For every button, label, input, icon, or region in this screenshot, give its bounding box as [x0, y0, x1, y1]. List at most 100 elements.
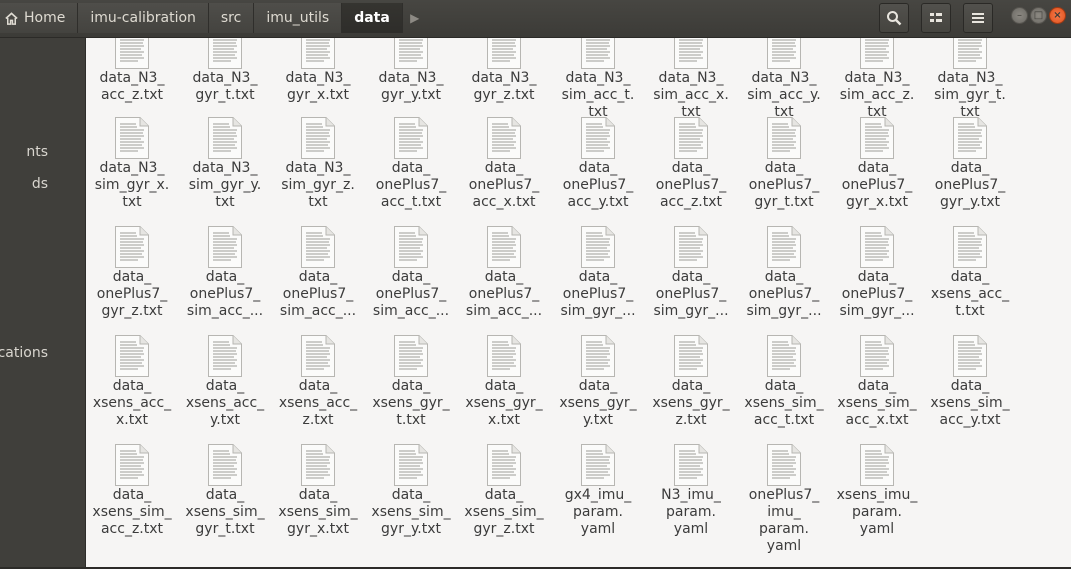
view-toggle-button[interactable]	[921, 3, 951, 33]
file-item[interactable]: data_N3_ gyr_x.txt	[275, 38, 361, 104]
file-item[interactable]: data_ xsens_sim_ gyr_x.txt	[275, 443, 361, 538]
file-item[interactable]: data_N3_ sim_gyr_t. txt	[927, 38, 1013, 121]
file-name: data_N3_ sim_acc_t. txt	[561, 70, 635, 120]
search-icon	[887, 11, 902, 26]
file-name: data_N3_ gyr_x.txt	[285, 70, 351, 103]
sidebar-item-applications[interactable]: cations	[0, 345, 48, 361]
search-button[interactable]	[879, 3, 909, 33]
text-file-icon	[115, 444, 149, 486]
sidebar-item-label: cations	[0, 345, 48, 361]
file-item[interactable]: data_ xsens_gyr_ z.txt	[648, 334, 734, 429]
close-icon: ×	[1053, 9, 1062, 21]
file-item[interactable]: xsens_imu_ param. yaml	[834, 443, 920, 538]
file-item[interactable]: data_ xsens_gyr_ x.txt	[461, 334, 547, 429]
file-item[interactable]: data_ onePlus7_ sim_acc_...	[461, 225, 547, 320]
file-item[interactable]: data_N3_ gyr_t.txt	[182, 38, 268, 104]
text-file-icon	[301, 335, 335, 377]
sidebar-item-label: ds	[31, 176, 48, 192]
file-item[interactable]: data_ xsens_sim_ acc_t.txt	[741, 334, 827, 429]
breadcrumb-forward-arrow[interactable]: ▶	[403, 3, 427, 33]
file-item[interactable]: data_N3_ gyr_y.txt	[368, 38, 454, 104]
text-file-icon	[953, 335, 987, 377]
file-item[interactable]: data_ onePlus7_ gyr_z.txt	[89, 225, 175, 320]
file-item[interactable]: data_ onePlus7_ sim_acc_...	[368, 225, 454, 320]
file-name: data_N3_ sim_gyr_z. txt	[281, 160, 355, 210]
breadcrumb-src[interactable]: src	[208, 3, 255, 33]
file-name: data_ onePlus7_ acc_z.txt	[655, 160, 727, 210]
file-item[interactable]: data_ onePlus7_ acc_z.txt	[648, 116, 734, 211]
text-file-icon	[953, 38, 987, 69]
hamburger-menu-icon	[972, 13, 984, 23]
file-grid: data_N3_ acc_z.txt data_N3_ gyr_t.txt data…	[86, 38, 1071, 569]
file-item[interactable]: data_N3_ acc_z.txt	[89, 38, 175, 104]
sidebar-item-documents[interactable]: nts	[26, 144, 48, 160]
file-item[interactable]: data_ onePlus7_ gyr_y.txt	[927, 116, 1013, 211]
file-item[interactable]: data_ onePlus7_ acc_t.txt	[368, 116, 454, 211]
file-item[interactable]: data_ onePlus7_ acc_x.txt	[461, 116, 547, 211]
file-item[interactable]: data_ xsens_sim_ acc_z.txt	[89, 443, 175, 538]
text-file-icon	[581, 38, 615, 69]
file-item[interactable]: data_ onePlus7_ sim_acc_...	[275, 225, 361, 320]
breadcrumb-data[interactable]: data	[342, 3, 403, 33]
file-name: data_ xsens_gyr_ x.txt	[465, 378, 543, 428]
file-name: data_ onePlus7_ sim_acc_...	[186, 269, 264, 319]
file-item[interactable]: data_ xsens_gyr_ t.txt	[368, 334, 454, 429]
breadcrumb-label: data	[354, 10, 390, 26]
file-name: data_ onePlus7_ sim_gyr_...	[653, 269, 729, 319]
text-file-icon	[394, 444, 428, 486]
file-item[interactable]: data_ onePlus7_ gyr_x.txt	[834, 116, 920, 211]
maximize-button[interactable]: □	[1030, 7, 1047, 24]
close-button[interactable]: ×	[1049, 7, 1066, 24]
file-item[interactable]: data_ xsens_sim_ gyr_t.txt	[182, 443, 268, 538]
file-item[interactable]: data_N3_ sim_acc_y. txt	[741, 38, 827, 121]
text-file-icon	[860, 335, 894, 377]
file-item[interactable]: data_ xsens_acc_ y.txt	[182, 334, 268, 429]
file-item[interactable]: gx4_imu_ param. yaml	[555, 443, 641, 538]
minimize-button[interactable]: –	[1011, 7, 1028, 24]
file-item[interactable]: data_ onePlus7_ sim_gyr_...	[834, 225, 920, 320]
text-file-icon	[115, 335, 149, 377]
text-file-icon	[208, 38, 242, 69]
file-item[interactable]: data_N3_ gyr_z.txt	[461, 38, 547, 104]
sidebar-item-downloads[interactable]: ds	[32, 176, 48, 192]
text-file-icon	[394, 117, 428, 159]
file-item[interactable]: data_ xsens_sim_ gyr_y.txt	[368, 443, 454, 538]
file-item[interactable]: data_N3_ sim_acc_t. txt	[555, 38, 641, 121]
file-item[interactable]: onePlus7_ imu_ param. yaml	[741, 443, 827, 555]
header-bar: Home imu-calibration src imu_utils data …	[0, 0, 1071, 38]
file-item[interactable]: data_ xsens_sim_ gyr_z.txt	[461, 443, 547, 538]
file-item[interactable]: data_ xsens_sim_ acc_y.txt	[927, 334, 1013, 429]
file-item[interactable]: data_ xsens_sim_ acc_x.txt	[834, 334, 920, 429]
file-item[interactable]: data_ onePlus7_ sim_gyr_...	[648, 225, 734, 320]
minimize-icon: –	[1017, 9, 1022, 21]
file-item[interactable]: data_ onePlus7_ gyr_t.txt	[741, 116, 827, 211]
file-item[interactable]: data_ onePlus7_ sim_gyr_...	[741, 225, 827, 320]
breadcrumb-imu-utils[interactable]: imu_utils	[254, 3, 343, 33]
file-name: data_ xsens_gyr_ t.txt	[372, 378, 450, 428]
file-item[interactable]: data_ xsens_gyr_ y.txt	[555, 334, 641, 429]
file-item[interactable]: data_N3_ sim_acc_z. txt	[834, 38, 920, 121]
file-item[interactable]: data_ onePlus7_ sim_acc_...	[182, 225, 268, 320]
file-item[interactable]: data_N3_ sim_acc_x. txt	[648, 38, 734, 121]
file-name: data_N3_ sim_acc_x. txt	[653, 70, 729, 120]
file-name: data_ xsens_gyr_ y.txt	[559, 378, 637, 428]
view-list-icon	[930, 13, 942, 22]
file-item[interactable]: data_ onePlus7_ sim_gyr_...	[555, 225, 641, 320]
file-name: data_N3_ gyr_t.txt	[192, 70, 258, 103]
breadcrumb-home[interactable]: Home	[0, 3, 79, 33]
file-item[interactable]: data_ xsens_acc_ x.txt	[89, 334, 175, 429]
text-file-icon	[487, 444, 521, 486]
file-name: data_ onePlus7_ sim_gyr_...	[560, 269, 636, 319]
file-item[interactable]: data_N3_ sim_gyr_y. txt	[182, 116, 268, 211]
file-item[interactable]: data_ onePlus7_ acc_y.txt	[555, 116, 641, 211]
breadcrumb: Home imu-calibration src imu_utils data …	[0, 3, 427, 33]
file-item[interactable]: N3_imu_ param. yaml	[648, 443, 734, 538]
text-file-icon	[767, 335, 801, 377]
file-name: data_N3_ sim_acc_y. txt	[747, 70, 821, 120]
file-item[interactable]: data_ xsens_acc_ t.txt	[927, 225, 1013, 320]
file-item[interactable]: data_N3_ sim_gyr_z. txt	[275, 116, 361, 211]
menu-button[interactable]	[963, 3, 993, 33]
file-item[interactable]: data_N3_ sim_gyr_x. txt	[89, 116, 175, 211]
file-item[interactable]: data_ xsens_acc_ z.txt	[275, 334, 361, 429]
breadcrumb-imu-calibration[interactable]: imu-calibration	[78, 3, 209, 33]
